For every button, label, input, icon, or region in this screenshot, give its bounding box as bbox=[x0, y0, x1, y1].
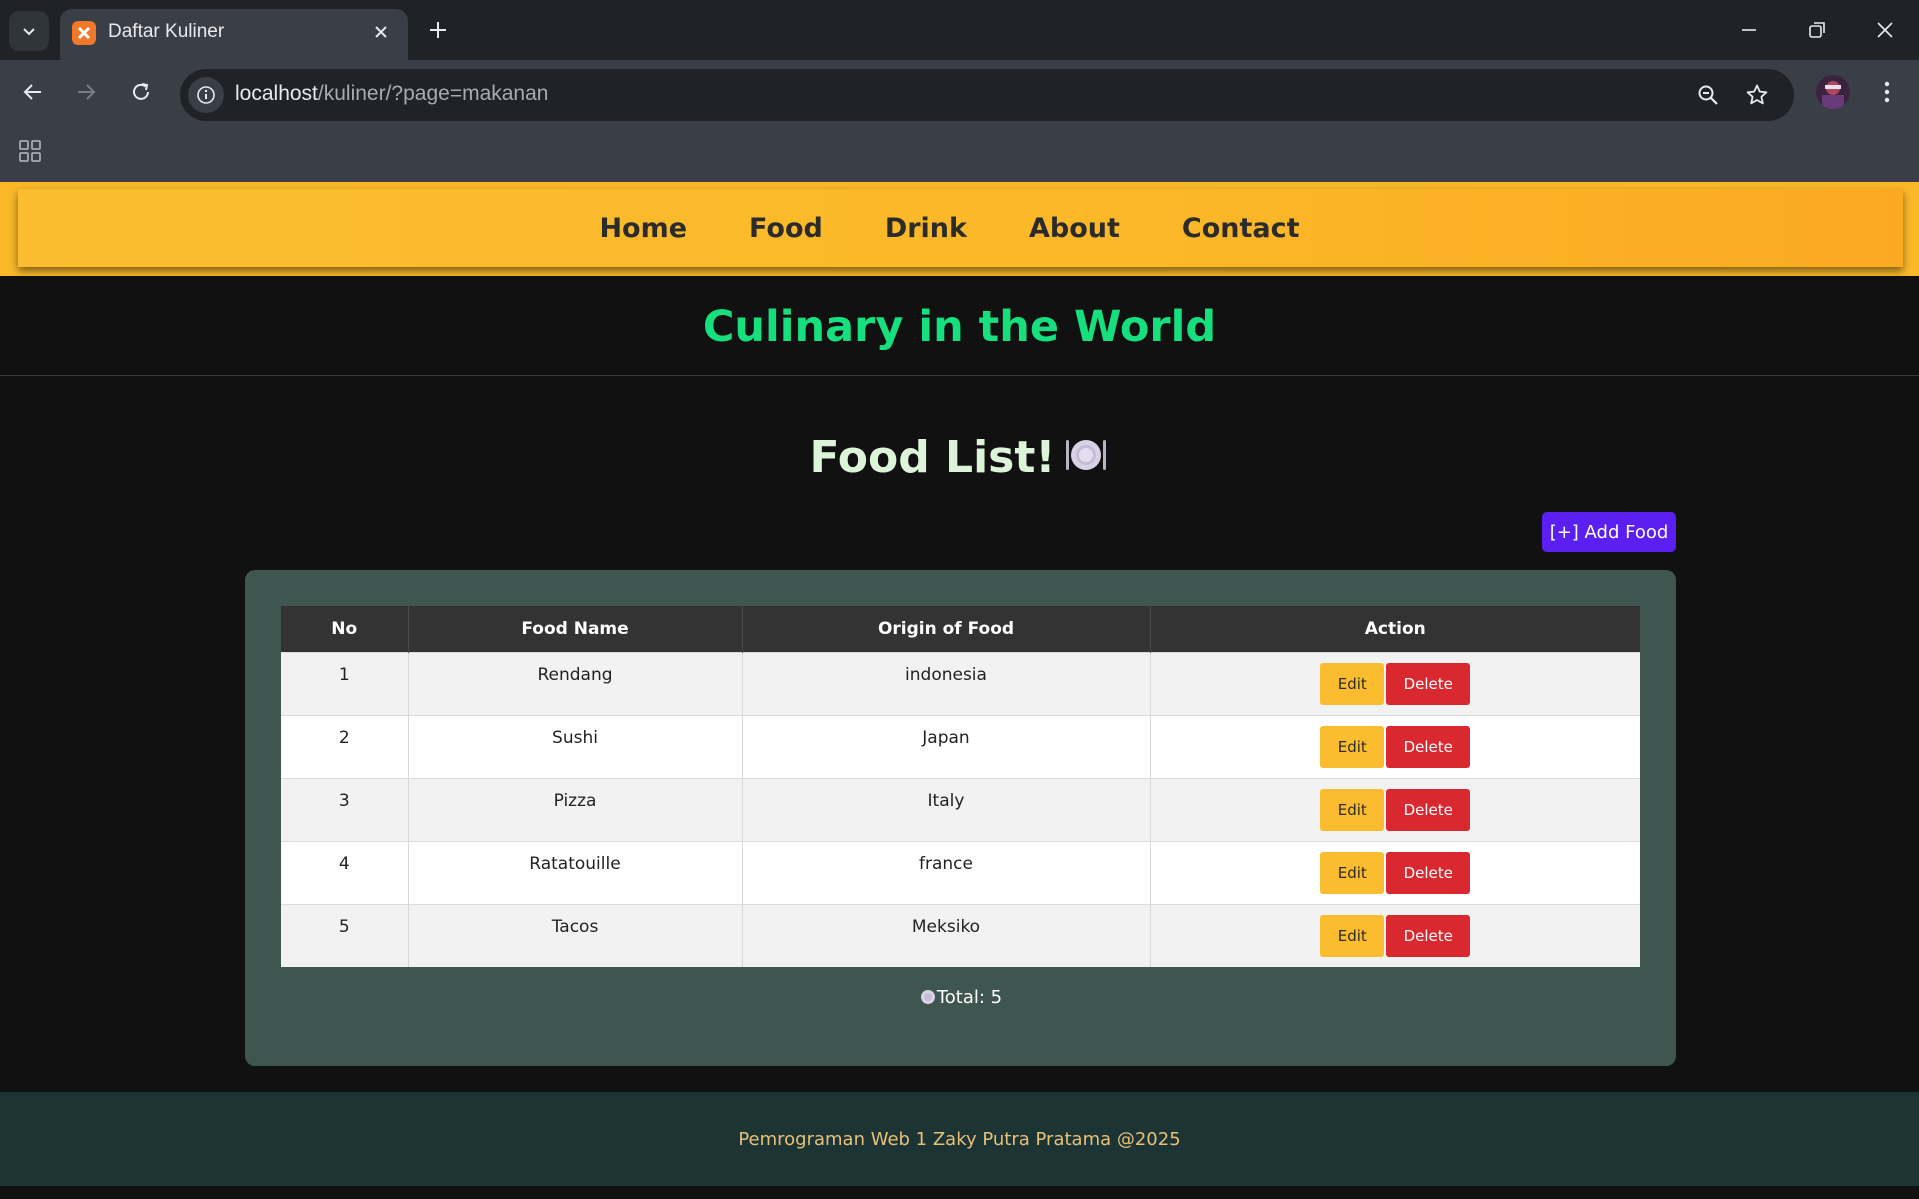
minimize-icon[interactable] bbox=[1724, 10, 1774, 50]
delete-button[interactable]: Delete bbox=[1386, 914, 1471, 957]
close-window-icon[interactable] bbox=[1860, 10, 1910, 50]
cell-no: 1 bbox=[281, 651, 409, 715]
zoom-icon[interactable] bbox=[1692, 79, 1724, 111]
cell-food-name: Pizza bbox=[408, 777, 743, 841]
main-navbar: Home Food Drink About Contact bbox=[18, 189, 1903, 267]
delete-button[interactable]: Delete bbox=[1386, 851, 1471, 894]
header-food-name: Food Name bbox=[408, 606, 743, 652]
chevron-down-icon bbox=[23, 28, 35, 36]
cell-action: Edit Delete bbox=[1150, 840, 1640, 904]
address-bar[interactable]: localhost/kuliner/?page=makanan bbox=[180, 69, 1794, 121]
site-info-icon[interactable] bbox=[188, 77, 224, 113]
bookmarks-bar bbox=[0, 123, 1919, 182]
forward-icon[interactable] bbox=[68, 74, 104, 110]
nav-food[interactable]: Food bbox=[749, 213, 823, 244]
apps-grid-icon[interactable] bbox=[16, 137, 44, 165]
total-label: Total: 5 bbox=[936, 987, 1003, 1008]
edit-button[interactable]: Edit bbox=[1320, 725, 1385, 768]
page-content: Home Food Drink About Contact Culinary i… bbox=[0, 182, 1919, 1199]
delete-button[interactable]: Delete bbox=[1386, 725, 1471, 768]
plate-cutlery-icon bbox=[1066, 440, 1107, 470]
cell-action: Edit Delete bbox=[1150, 903, 1640, 967]
cell-food-name: Sushi bbox=[408, 714, 743, 778]
url-text[interactable]: localhost/kuliner/?page=makanan bbox=[235, 82, 548, 106]
url-path: /kuliner/?page=makanan bbox=[317, 82, 549, 105]
cell-action: Edit Delete bbox=[1150, 651, 1640, 715]
edit-button[interactable]: Edit bbox=[1320, 851, 1385, 894]
cell-no: 3 bbox=[281, 777, 409, 841]
reload-icon[interactable] bbox=[123, 74, 159, 110]
table-row: 5 Tacos Meksiko Edit Delete bbox=[281, 903, 1640, 967]
restore-icon[interactable] bbox=[1792, 10, 1842, 50]
browser-toolbar: localhost/kuliner/?page=makanan bbox=[0, 60, 1919, 123]
back-icon[interactable] bbox=[15, 74, 51, 110]
table-header-row: No Food Name Origin of Food Action bbox=[281, 606, 1640, 652]
table-row: 2 Sushi Japan Edit Delete bbox=[281, 714, 1640, 778]
table-row: 3 Pizza Italy Edit Delete bbox=[281, 777, 1640, 841]
site-title: Culinary in the World bbox=[702, 302, 1217, 352]
food-table: No Food Name Origin of Food Action 1 Ren… bbox=[281, 606, 1640, 967]
close-tab-icon[interactable] bbox=[368, 19, 394, 45]
new-tab-icon[interactable] bbox=[423, 15, 453, 45]
nav-drink[interactable]: Drink bbox=[885, 213, 967, 244]
profile-avatar[interactable] bbox=[1816, 75, 1850, 109]
nav-home[interactable]: Home bbox=[599, 213, 687, 244]
page-footer: Pemrograman Web 1 Zaky Putra Pratama @20… bbox=[0, 1092, 1919, 1186]
nav-about[interactable]: About bbox=[1029, 213, 1120, 244]
cell-action: Edit Delete bbox=[1150, 714, 1640, 778]
cell-food-name: Ratatouille bbox=[408, 840, 743, 904]
browser-tab-active[interactable]: Daftar Kuliner bbox=[60, 9, 408, 60]
edit-button[interactable]: Edit bbox=[1320, 914, 1385, 957]
nav-contact[interactable]: Contact bbox=[1182, 213, 1300, 244]
delete-button[interactable]: Delete bbox=[1386, 662, 1471, 705]
url-host: localhost bbox=[235, 82, 318, 105]
cell-origin: france bbox=[742, 840, 1151, 904]
cell-origin: Japan bbox=[742, 714, 1151, 778]
cell-no: 4 bbox=[281, 840, 409, 904]
delete-button[interactable]: Delete bbox=[1386, 788, 1471, 831]
cell-origin: Italy bbox=[742, 777, 1151, 841]
footer-text: Pemrograman Web 1 Zaky Putra Pratama @20… bbox=[738, 1128, 1181, 1150]
cell-food-name: Rendang bbox=[408, 651, 743, 715]
food-heading-text: Food List! bbox=[809, 432, 1056, 483]
food-table-card: No Food Name Origin of Food Action 1 Ren… bbox=[245, 570, 1676, 1066]
food-list-heading: Food List! bbox=[0, 432, 1919, 483]
edit-button[interactable]: Edit bbox=[1320, 662, 1385, 705]
cell-no: 2 bbox=[281, 714, 409, 778]
header-divider bbox=[0, 375, 1919, 376]
xampp-favicon-icon bbox=[72, 21, 96, 45]
total-count: Total: 5 bbox=[245, 987, 1676, 1008]
browser-tab-bar: Daftar Kuliner bbox=[0, 0, 1919, 60]
table-row: 4 Ratatouille france Edit Delete bbox=[281, 840, 1640, 904]
table-row: 1 Rendang indonesia Edit Delete bbox=[281, 651, 1640, 715]
more-menu-icon[interactable] bbox=[1872, 74, 1902, 110]
cell-origin: indonesia bbox=[742, 651, 1151, 715]
edit-button[interactable]: Edit bbox=[1320, 788, 1385, 831]
cell-food-name: Tacos bbox=[408, 903, 743, 967]
cell-action: Edit Delete bbox=[1150, 777, 1640, 841]
cell-origin: Meksiko bbox=[742, 903, 1151, 967]
header-action: Action bbox=[1150, 606, 1640, 652]
bookmark-star-icon[interactable] bbox=[1741, 79, 1773, 111]
tab-title: Daftar Kuliner bbox=[108, 21, 225, 42]
plate-icon bbox=[920, 990, 935, 1004]
tab-search-button[interactable] bbox=[9, 11, 49, 51]
header-origin: Origin of Food bbox=[742, 606, 1151, 652]
cell-no: 5 bbox=[281, 903, 409, 967]
add-food-button[interactable]: [+] Add Food bbox=[1542, 512, 1676, 552]
header-no: No bbox=[281, 606, 409, 652]
